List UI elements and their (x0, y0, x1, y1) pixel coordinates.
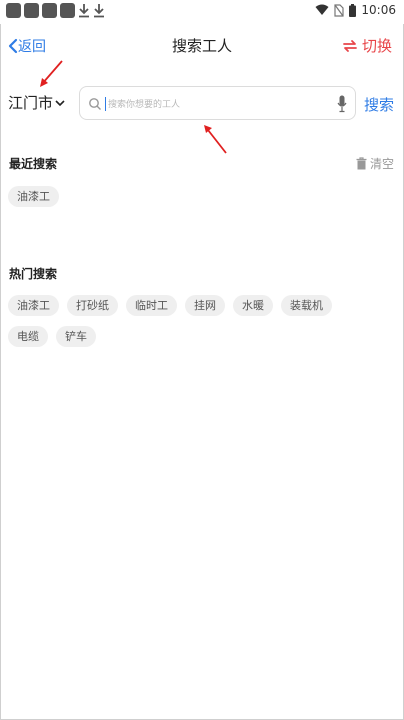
swap-icon (343, 39, 357, 52)
clear-label: 清空 (369, 157, 394, 171)
search-icon (89, 98, 101, 110)
search-row: 江门市 搜索你想要的工人 搜索 (0, 86, 404, 120)
chevron-left-icon (8, 38, 18, 54)
hot-search-tag[interactable]: 挂网 (185, 295, 225, 316)
hot-search-tag[interactable]: 水暖 (233, 295, 273, 316)
hot-search-tag[interactable]: 油漆工 (8, 295, 59, 316)
status-system: 10:06 (315, 3, 396, 17)
switch-button[interactable]: 切换 (342, 35, 392, 56)
annotation-arrow (204, 125, 227, 154)
status-bar: 10:06 (0, 0, 404, 24)
hot-search-tag[interactable]: 装载机 (281, 295, 332, 316)
battery-icon (349, 3, 357, 17)
hot-search-tag[interactable]: 打砂纸 (67, 295, 118, 316)
wifi-icon (315, 4, 329, 15)
download-icon (94, 4, 104, 18)
status-notifications (6, 3, 105, 18)
search-button[interactable]: 搜索 (364, 94, 394, 115)
download-icon (79, 4, 89, 18)
recent-search-title: 最近搜索 (9, 157, 58, 171)
back-button[interactable]: 返回 (8, 36, 46, 56)
recent-search-tag[interactable]: 油漆工 (8, 186, 59, 207)
notification-icon (42, 3, 57, 18)
hot-search-tag[interactable]: 电缆 (8, 326, 48, 347)
hot-search-title: 热门搜索 (9, 267, 58, 281)
trash-icon (356, 157, 367, 170)
search-input[interactable]: 搜索你想要的工人 (79, 86, 356, 120)
no-sim-icon (334, 3, 345, 17)
microphone-icon[interactable] (337, 95, 347, 113)
status-time: 10:06 (361, 3, 396, 17)
hot-search-tag[interactable]: 铲车 (56, 326, 96, 347)
switch-label: 切换 (361, 37, 392, 55)
city-selector[interactable]: 江门市 (8, 92, 65, 113)
search-placeholder: 搜索你想要的工人 (108, 100, 181, 110)
clear-button[interactable]: 清空 (356, 155, 394, 172)
chevron-down-icon (55, 99, 65, 106)
hot-search-tag[interactable]: 临时工 (126, 295, 177, 316)
hot-tag-list: 油漆工 打砂纸 临时工 挂网 水暖 装载机电缆 铲车 (8, 295, 368, 347)
notification-icon (60, 3, 75, 18)
notification-icon (6, 3, 21, 18)
recent-tag-list: 油漆工 (8, 186, 398, 207)
back-label: 返回 (18, 39, 46, 55)
notification-icon (24, 3, 39, 18)
city-label: 江门市 (8, 94, 54, 112)
text-cursor (105, 97, 106, 111)
